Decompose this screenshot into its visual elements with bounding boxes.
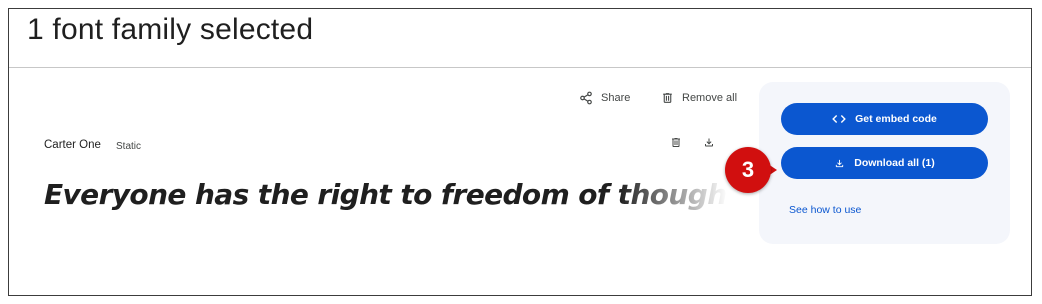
remove-font-button[interactable] [670, 136, 682, 154]
download-all-label: Download all (1) [854, 157, 935, 169]
step-number: 3 [741, 157, 755, 182]
get-embed-code-button[interactable]: Get embed code [781, 103, 988, 135]
download-all-button[interactable]: Download all (1) [781, 147, 988, 179]
code-icon [832, 115, 846, 123]
share-button[interactable]: Share [579, 88, 630, 108]
page-title: 1 font family selected [27, 13, 314, 46]
step-callout-badge: 3 [725, 147, 777, 193]
trash-icon [672, 138, 680, 147]
remove-all-button[interactable]: Remove all [661, 88, 737, 108]
font-sample-text: Everyone has the right to freedom of tho… [44, 178, 728, 211]
actions-panel: Get embed code Download all (1) See how … [759, 82, 1010, 244]
remove-all-label: Remove all [682, 92, 738, 104]
see-how-to-use-link[interactable]: See how to use [789, 204, 861, 216]
header-divider [9, 67, 1031, 68]
font-selection-drawer: 1 font family selected Share Remove all … [8, 8, 1032, 296]
download-font-button[interactable] [703, 136, 715, 154]
font-preview: Everyone has the right to freedom of tho… [44, 175, 728, 217]
embed-label: Get embed code [855, 113, 937, 125]
share-label: Share [601, 92, 631, 104]
download-icon [705, 138, 713, 147]
font-family-name: Carter One [44, 139, 101, 151]
download-icon [836, 159, 844, 167]
trash-icon [663, 93, 672, 103]
font-style-label: Static [116, 141, 142, 152]
share-icon [580, 91, 592, 105]
